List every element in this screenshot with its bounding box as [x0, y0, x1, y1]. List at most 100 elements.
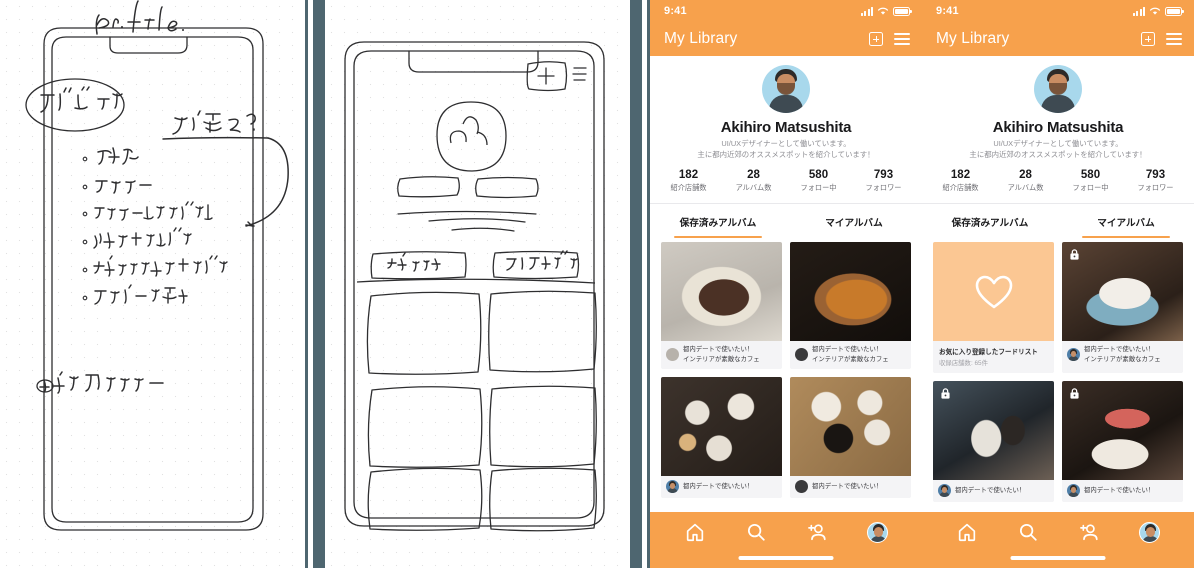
stat-item[interactable]: 28 アルバム数: [993, 169, 1058, 193]
bottom-tab-bar: [922, 512, 1194, 568]
screenshot-root: 9:41 My Library Akihiro Matsushita UI/UX…: [0, 0, 1200, 568]
album-thumbnail: [933, 381, 1054, 481]
wireframe-tabs: [356, 250, 596, 284]
caption-line2: インテリアが素敵なカフェ: [683, 355, 760, 363]
status-bar: 9:41: [650, 0, 922, 22]
home-icon[interactable]: [684, 521, 706, 543]
album-author-avatar: [795, 480, 808, 494]
profile-bio-line2: 主に都内近郊のオススメスポットを紹介しています！: [697, 149, 875, 159]
stat-item[interactable]: 580 フォロー中: [1058, 169, 1123, 193]
profile-bio: UI/UXデザイナーとして働いています。 主に都内近郊のオススメスポットを紹介し…: [650, 139, 922, 160]
album-card[interactable]: 都内デートで使いたい！ インテリアが素敵なカフェ: [661, 242, 782, 370]
profile-avatar[interactable]: [762, 65, 810, 113]
caption-line1: 都内デートで使いたい！: [683, 482, 754, 490]
wireframe-tab-left-label: [387, 252, 441, 272]
app-bar-actions: [1141, 32, 1182, 46]
album-card[interactable]: 都内デートで使いたい！: [790, 377, 911, 499]
tab-label: マイアルバム: [825, 218, 883, 230]
album-caption: 都内デートで使いたい！ インテリアが素敵なカフェ: [790, 341, 911, 369]
profile-avatar[interactable]: [1034, 65, 1082, 113]
app-title: My Library: [936, 30, 1010, 47]
wifi-icon: [877, 7, 889, 15]
note-bullet-list: [82, 147, 228, 305]
stat-label: アルバム数: [1007, 183, 1044, 193]
wireframe-sketch: [344, 41, 605, 532]
bottom-tab-bar: [650, 512, 922, 568]
album-caption-text: 都内デートで使いたい！: [955, 486, 1025, 495]
home-icon[interactable]: [956, 521, 978, 543]
profile-name: Akihiro Matsushita: [992, 119, 1124, 136]
stat-item[interactable]: 182 紹介店舗数: [656, 169, 721, 193]
stat-label: アルバム数: [735, 183, 772, 193]
tab-saved-albums[interactable]: 保存済みアルバム: [650, 213, 786, 239]
favorite-album-card[interactable]: お気に入り登録したフードリスト 収録店舗数: 65件: [933, 242, 1054, 374]
tab-saved-albums[interactable]: 保存済みアルバム: [922, 213, 1058, 238]
caption-line1: 都内デートで使いたい！: [1084, 346, 1155, 354]
tab-label: マイアルバム: [1097, 218, 1155, 230]
profile-bio-line1: UI/UXデザイナーとして働いています。: [721, 139, 851, 148]
caption-line2: インテリアが素敵なカフェ: [1084, 355, 1161, 363]
profile-name: Akihiro Matsushita: [720, 119, 852, 136]
note-footer: [36, 371, 164, 394]
search-icon[interactable]: [745, 521, 767, 543]
album-caption: 都内デートで使いたい！: [933, 480, 1054, 502]
plus-box-icon[interactable]: [869, 32, 883, 46]
album-card[interactable]: 都内デートで使いたい！ インテリアが素敵なカフェ: [1062, 242, 1183, 374]
panel-divider-thick-2: [630, 0, 642, 568]
album-card[interactable]: 都内デートで使いたい！: [933, 381, 1054, 503]
album-caption-text: 都内デートで使いたい！: [812, 482, 882, 491]
album-card[interactable]: 都内デートで使いたい！: [1062, 381, 1183, 503]
album-tabs: 保存済みアルバム マイアルバム: [922, 203, 1194, 239]
app-bar: My Library: [922, 22, 1194, 56]
tab-my-albums[interactable]: マイアルバム: [1058, 213, 1194, 239]
album-card[interactable]: 都内デートで使いたい！: [661, 377, 782, 499]
album-author-avatar: [795, 348, 808, 362]
wireframe-album-grid: [366, 290, 597, 532]
avatar-icon[interactable]: [1139, 521, 1161, 543]
stat-item[interactable]: 580 フォロー中: [786, 169, 851, 193]
status-icons: [860, 6, 912, 16]
hamburger-icon[interactable]: [894, 33, 910, 45]
plus-box-icon[interactable]: [1141, 32, 1155, 46]
album-thumbnail: [1062, 381, 1183, 481]
profile-stats: 182 紹介店舗数 28 アルバム数 580 フォロー中 793 フォロワー: [922, 160, 1194, 203]
album-thumbnail: [661, 242, 782, 342]
wireframe-name-placeholder: [397, 176, 539, 199]
album-caption: 都内デートで使いたい！ インテリアが素敵なカフェ: [1062, 341, 1183, 369]
stat-label: 紹介店舗数: [942, 183, 979, 193]
wifi-icon: [1149, 7, 1161, 15]
album-thumbnail: [790, 377, 911, 477]
wireframe-bio-lines: [397, 210, 537, 232]
search-icon[interactable]: [1017, 521, 1039, 543]
favorite-title: お気に入り登録したフードリスト: [939, 349, 1038, 357]
profile-stats: 182 紹介店舗数 28 アルバム数 580 フォロー中 793 フォロワー: [650, 160, 922, 203]
album-caption: 都内デートで使いたい！: [790, 476, 911, 498]
add-person-icon[interactable]: [1078, 521, 1100, 543]
tab-my-albums[interactable]: マイアルバム: [786, 213, 922, 238]
stat-value: 580: [1080, 169, 1101, 182]
album-thumbnail: [661, 377, 782, 477]
avatar-icon[interactable]: [867, 521, 889, 543]
status-time: 9:41: [936, 5, 959, 17]
stat-item[interactable]: 793 フォロワー: [1123, 169, 1188, 193]
panel-divider-thick-1: [313, 0, 325, 568]
app-bar: My Library: [650, 22, 922, 56]
stat-label: フォロー中: [1072, 183, 1109, 193]
stat-item[interactable]: 28 アルバム数: [721, 169, 786, 193]
add-person-icon[interactable]: [806, 521, 828, 543]
album-caption: 都内デートで使いたい！ インテリアが素敵なカフェ: [661, 341, 782, 369]
album-author-avatar: [1067, 484, 1080, 498]
battery-icon: [893, 6, 912, 16]
album-card[interactable]: 都内デートで使いたい！ インテリアが素敵なカフェ: [790, 242, 911, 370]
caption-line1: 都内デートで使いたい！: [812, 482, 883, 490]
stat-item[interactable]: 793 フォロワー: [851, 169, 916, 193]
hamburger-icon[interactable]: [1166, 33, 1182, 45]
stat-value: 580: [808, 169, 829, 182]
album-thumbnail: [1062, 242, 1183, 342]
album-caption-text: 都内デートで使いたい！ インテリアが素敵なカフェ: [1084, 345, 1161, 364]
profile-bio-line2: 主に都内近郊のオススメスポットを紹介しています！: [969, 149, 1147, 159]
stat-value: 182: [678, 169, 699, 182]
favorite-thumbnail: [933, 242, 1054, 342]
stat-item[interactable]: 182 紹介店舗数: [928, 169, 993, 193]
stat-value: 182: [950, 169, 971, 182]
